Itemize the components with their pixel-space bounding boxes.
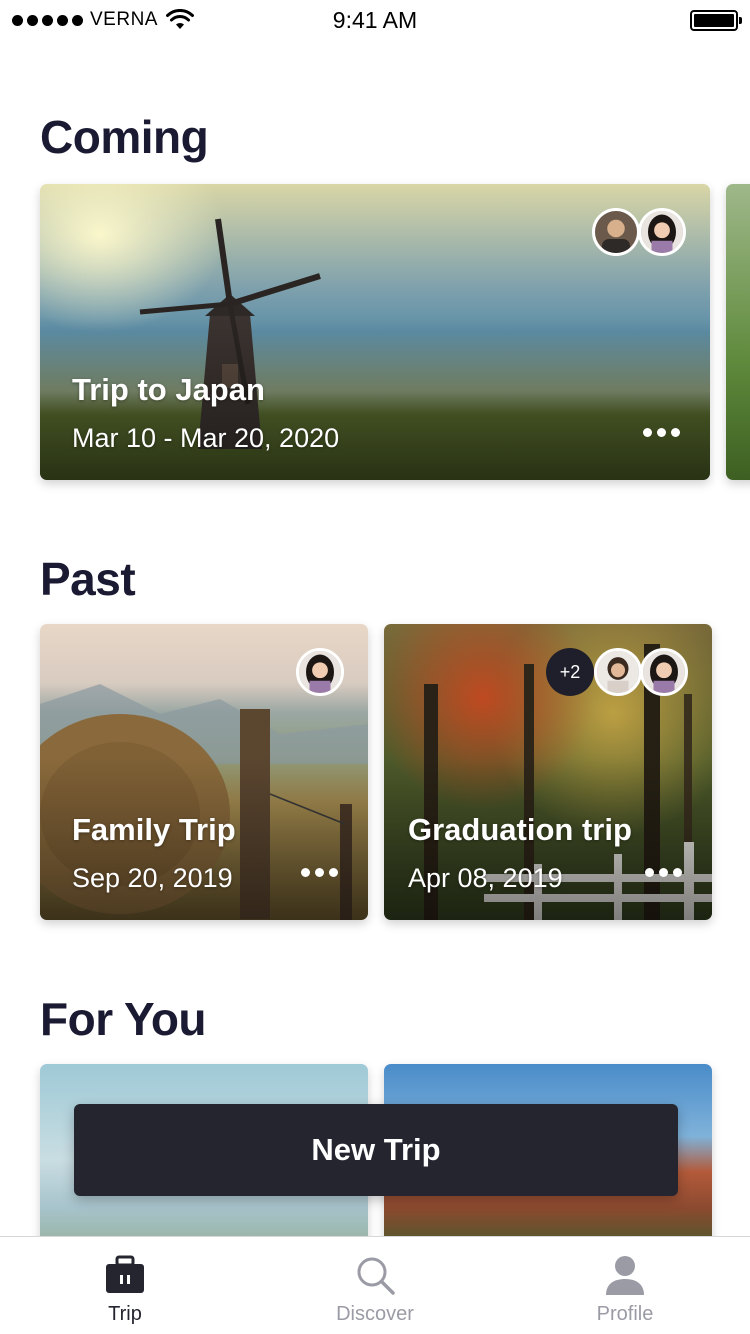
trip-card-graduation[interactable]: +2 Graduation trip Apr 08, 2019 [384,624,712,920]
avatar [296,648,344,696]
avatar [592,208,640,256]
person-icon [606,1256,644,1295]
avatar [594,648,642,696]
more-options-icon[interactable] [301,868,338,877]
trip-title: Trip to Japan [72,372,265,407]
status-time: 9:41 AM [332,7,418,33]
new-trip-button[interactable]: New Trip [74,1104,678,1196]
trip-card-family[interactable]: Family Trip Sep 20, 2019 [40,624,368,920]
status-bar: VERNA 9:41 AM [0,0,750,40]
trip-dates: Sep 20, 2019 [72,863,233,893]
section-title-past: Past [40,553,136,605]
search-icon [357,1257,395,1295]
tab-profile[interactable]: Profile [500,1237,750,1334]
trip-members [296,648,344,696]
trip-dates: Mar 10 - Mar 20, 2020 [72,423,340,453]
section-title-for-you: For You [40,993,207,1045]
tab-discover[interactable]: Discover [250,1237,500,1334]
trip-card-japan[interactable]: Trip to Japan Mar 10 - Mar 20, 2020 [40,184,710,480]
avatar [640,648,688,696]
suitcase-icon [106,1255,144,1293]
more-options-icon[interactable] [645,868,682,877]
avatar [638,208,686,256]
tab-trip[interactable]: Trip [0,1237,250,1334]
section-title-coming: Coming [40,111,209,163]
trip-dates: Apr 08, 2019 [408,863,563,893]
trip-title: Family Trip [72,812,236,847]
extra-members-badge: +2 [546,648,594,696]
trip-members: +2 [546,648,688,696]
trip-card-next[interactable] [726,184,750,480]
tab-label: Profile [596,1303,654,1325]
trip-members [592,208,686,256]
more-options-icon[interactable] [643,428,680,437]
trip-title: Graduation trip [408,812,632,847]
tab-label: Trip [108,1303,142,1325]
tab-bar: Trip Discover Profile [0,1236,750,1334]
battery-icon [690,10,742,31]
tab-label: Discover [336,1303,414,1325]
